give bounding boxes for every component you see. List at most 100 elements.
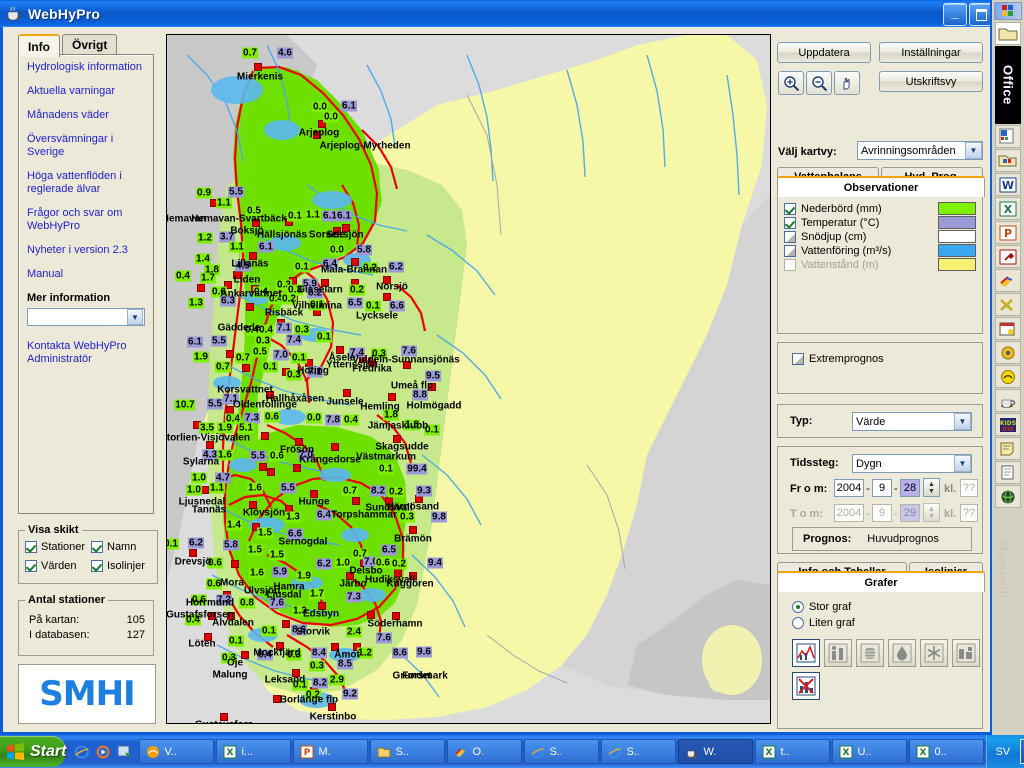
task-button[interactable]: S.. — [601, 739, 677, 764]
tab-ovrigt[interactable]: Övrigt — [62, 34, 118, 55]
mapview-select[interactable]: Avrinningsområden ▼ — [857, 141, 983, 160]
map-view[interactable]: 0.7 4.6 0.0 6.1 0.0 0.9 5.5 1.1 0.5 0.1 1.1 6.1 6.1 1… — [166, 34, 771, 724]
timestep-select[interactable]: Dygn ▼ — [852, 454, 972, 473]
kids-button[interactable]: KIDS DIS — [995, 413, 1021, 436]
map-station-marker[interactable] — [282, 620, 290, 628]
task-button[interactable]: S.. — [524, 739, 600, 764]
map-station-marker[interactable] — [242, 364, 250, 372]
snow-graph-button[interactable] — [920, 639, 948, 667]
pan-button[interactable] — [834, 71, 860, 95]
checkbox-extremprognos[interactable]: Extremprognos — [792, 353, 982, 365]
from-day-input[interactable]: 28 — [900, 479, 920, 497]
globe-button[interactable] — [995, 485, 1021, 508]
link-manadens-vader[interactable]: Månadens väder — [27, 109, 145, 122]
checkbox-stationer[interactable]: Stationer — [25, 541, 91, 553]
map-station-marker[interactable] — [352, 497, 360, 505]
tab-grafer[interactable]: Grafer — [777, 571, 985, 592]
map-place-label: Jämjaskiubb — [367, 420, 429, 432]
observation-temperatur[interactable]: Temperatur (°C) — [784, 216, 976, 229]
map-station-marker[interactable] — [259, 463, 267, 471]
radio-stor-graf[interactable]: Stor graf — [792, 601, 982, 613]
from-year-input[interactable]: 2004 — [834, 479, 864, 497]
language-indicator[interactable]: SV — [995, 746, 1010, 758]
link-kontakta-admin[interactable]: Kontakta WebHyPro Administratör — [27, 340, 145, 366]
link-nyheter[interactable]: Nyheter i version 2.3 — [27, 244, 145, 257]
start-button[interactable]: Start — [0, 736, 67, 767]
task-button-webhypro[interactable]: W. — [678, 739, 754, 764]
map-station-marker[interactable] — [254, 63, 262, 71]
paint-button[interactable] — [995, 269, 1021, 292]
observation-nederbord[interactable]: Nederbörd (mm) — [784, 202, 976, 215]
internet-explorer-button[interactable] — [73, 743, 90, 760]
open-office-document-button[interactable] — [995, 149, 1021, 172]
word-button[interactable]: W — [995, 173, 1021, 196]
from-month-input[interactable]: 9 — [872, 479, 892, 497]
observation-vattenforing[interactable]: Vattenföring (m³/s) — [784, 244, 976, 257]
map-station-marker[interactable] — [246, 303, 254, 311]
map-station-marker[interactable] — [388, 393, 396, 401]
calendar-button[interactable] — [995, 317, 1021, 340]
print-view-button[interactable]: Utskriftsvy — [879, 71, 983, 92]
more-info-select[interactable]: ▼ — [27, 308, 145, 326]
map-station-marker[interactable] — [231, 560, 239, 568]
zoom-out-button[interactable] — [806, 71, 832, 95]
map-station-marker[interactable] — [267, 468, 275, 476]
zoom-in-button[interactable] — [778, 71, 804, 95]
link-hoga-vattenfloden[interactable]: Höga vattenflöden i reglerade älvar — [27, 170, 145, 196]
discharge-graph-button[interactable] — [888, 639, 916, 667]
office-shortcut-bar-icon[interactable] — [994, 2, 1022, 20]
update-button[interactable]: Uppdatera — [777, 42, 871, 63]
netscape-button[interactable] — [995, 365, 1021, 388]
map-station-marker[interactable] — [331, 443, 339, 451]
access-button[interactable] — [995, 245, 1021, 268]
map-canvas[interactable]: 0.7 4.6 0.0 6.1 0.0 0.9 5.5 1.1 0.5 0.1 1.1 6.1 6.1 1… — [167, 35, 770, 723]
link-manual[interactable]: Manual — [27, 268, 145, 281]
task-button[interactable]: O. — [447, 739, 523, 764]
java-button[interactable] — [995, 389, 1021, 412]
powerpoint-button[interactable]: P — [995, 221, 1021, 244]
folder-button[interactable] — [995, 22, 1021, 45]
media-player-button[interactable] — [94, 743, 111, 760]
checkbox-namn[interactable]: Namn — [91, 541, 151, 553]
checkbox-isolinjer[interactable]: Isolinjer — [91, 560, 151, 572]
combined-graph-button[interactable] — [792, 639, 820, 667]
type-select[interactable]: Värde ▼ — [852, 412, 972, 431]
task-button[interactable]: X U.. — [832, 739, 908, 764]
checkbox-varden[interactable]: Värden — [25, 560, 91, 572]
settings-button[interactable]: Inställningar — [879, 42, 983, 63]
svg-text:X: X — [842, 748, 849, 758]
clear-graph-button[interactable] — [792, 672, 820, 700]
map-station-marker[interactable] — [201, 486, 209, 494]
from-day-spinner[interactable]: ▲ ▼ — [923, 478, 940, 497]
water-level-graph-button[interactable] — [856, 639, 884, 667]
tab-info[interactable]: Info — [18, 34, 60, 57]
from-time-input[interactable]: ?? — [960, 479, 978, 497]
observation-snodjup[interactable]: Snödjup (cm) — [784, 230, 976, 243]
show-desktop-button[interactable] — [115, 743, 132, 760]
precipitation-graph-button[interactable] — [824, 639, 852, 667]
note-button[interactable] — [995, 437, 1021, 460]
task-button[interactable]: X t.. — [755, 739, 831, 764]
map-station-marker[interactable] — [197, 284, 205, 292]
link-fragor-och-svar[interactable]: Frågor och svar om WebHyPro — [27, 207, 145, 233]
map-station-marker[interactable] — [226, 350, 234, 358]
document-button[interactable] — [995, 461, 1021, 484]
excel-button[interactable]: X — [995, 197, 1021, 220]
task-button[interactable]: S.. — [370, 739, 446, 764]
task-button[interactable]: P M. — [293, 739, 369, 764]
link-oversvamningar[interactable]: Översvämningar i Sverige — [27, 133, 145, 159]
new-office-document-button[interactable] — [995, 125, 1021, 148]
temperature-graph-button[interactable] — [952, 639, 980, 667]
link-aktuella-varningar[interactable]: Aktuella varningar — [27, 85, 145, 98]
tab-observationer[interactable]: Observationer — [777, 176, 985, 197]
link-hydrologisk-information[interactable]: Hydrologisk information — [27, 61, 145, 74]
radio-liten-graf[interactable]: Liten graf — [792, 617, 982, 629]
zoom-indicator[interactable]: 100% — [1020, 739, 1024, 764]
task-button[interactable]: X i... — [216, 739, 292, 764]
task-button[interactable]: X 0.. — [909, 739, 985, 764]
tools-button[interactable] — [995, 293, 1021, 316]
map-station-marker[interactable] — [261, 432, 269, 440]
settings-button[interactable] — [995, 341, 1021, 364]
task-button[interactable]: V.. — [139, 739, 215, 764]
minimize-button[interactable]: _ — [943, 3, 967, 26]
